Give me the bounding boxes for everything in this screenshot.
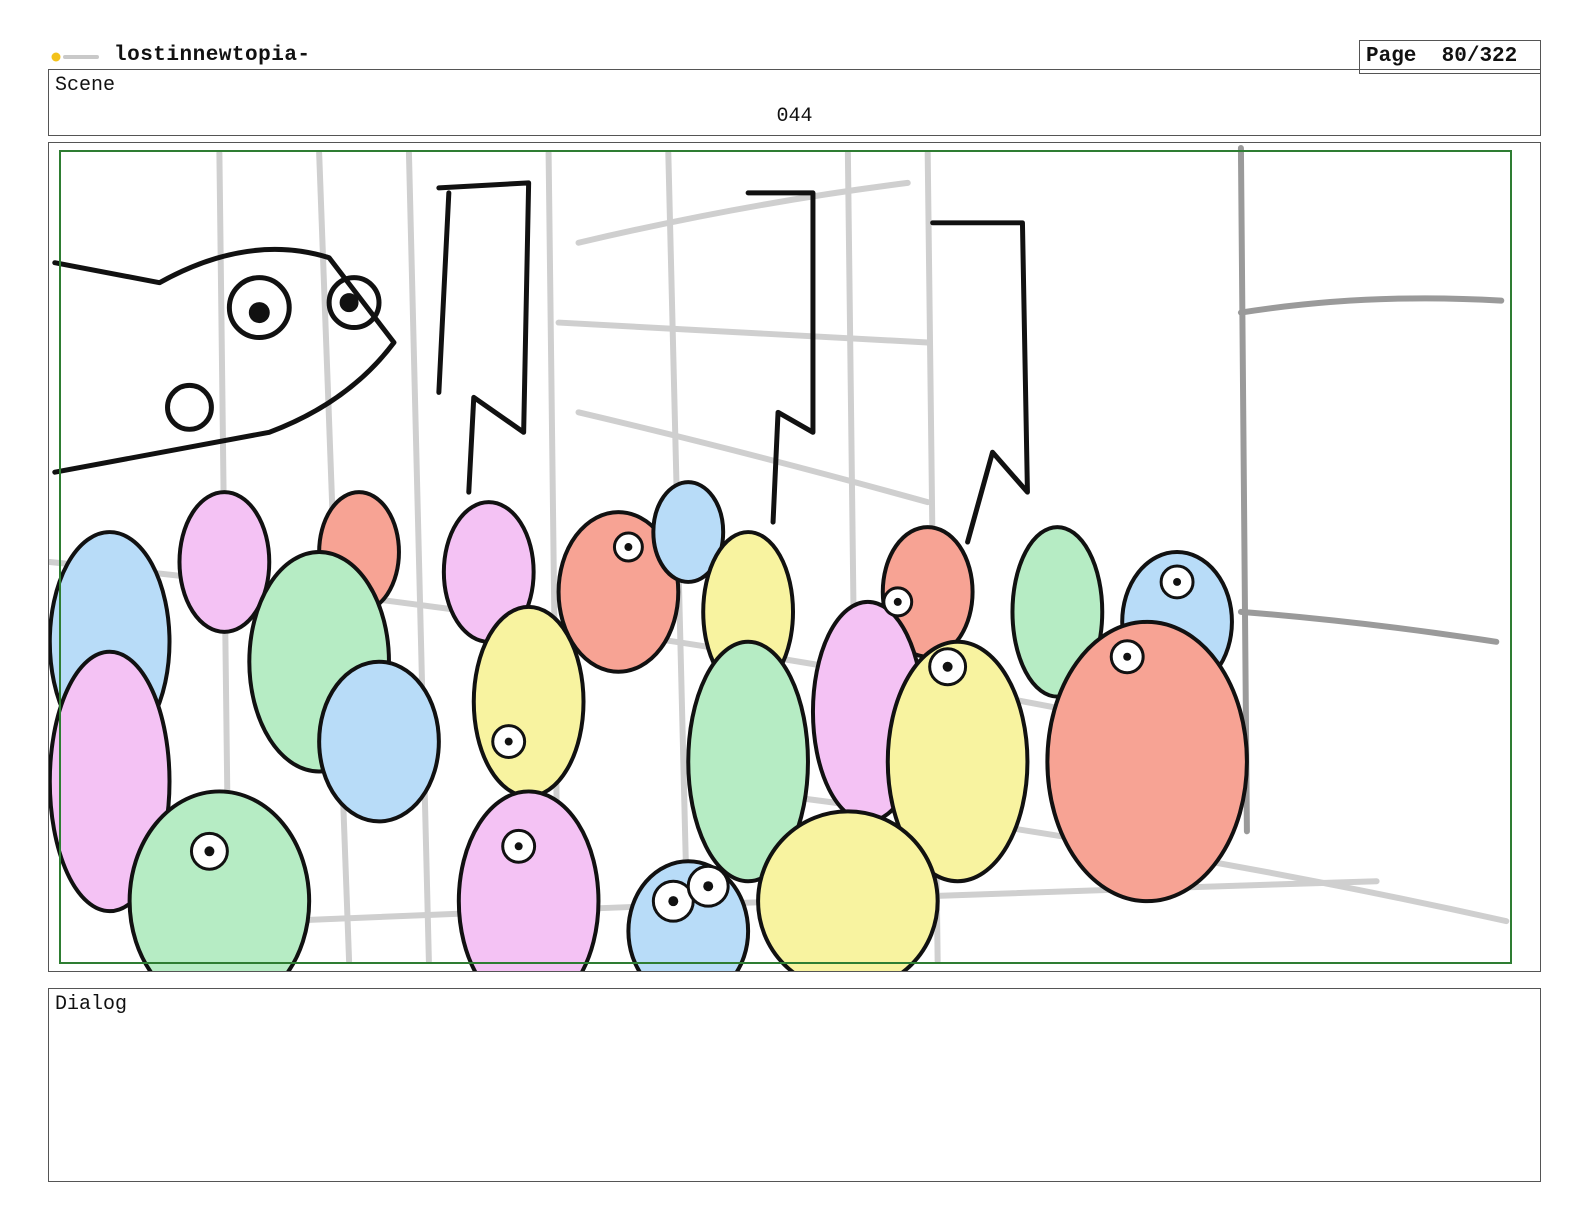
scene-field: Scene 044 (48, 69, 1541, 136)
dialog-field: Dialog (48, 988, 1541, 1182)
dialog-label: Dialog (55, 993, 128, 1016)
project-title: lostinnewtopia- (114, 44, 311, 67)
page-header: lostinnewtopia- Page 80/322 (48, 40, 1541, 74)
page-label: Page (1366, 45, 1417, 68)
scene-number: 044 (776, 105, 813, 128)
panel-drawing (49, 144, 1510, 971)
storyboard-panel (48, 142, 1541, 972)
page-number: 80/322 (1441, 45, 1518, 68)
toon-boom-logo (51, 52, 99, 62)
scene-label: Scene (55, 74, 116, 97)
